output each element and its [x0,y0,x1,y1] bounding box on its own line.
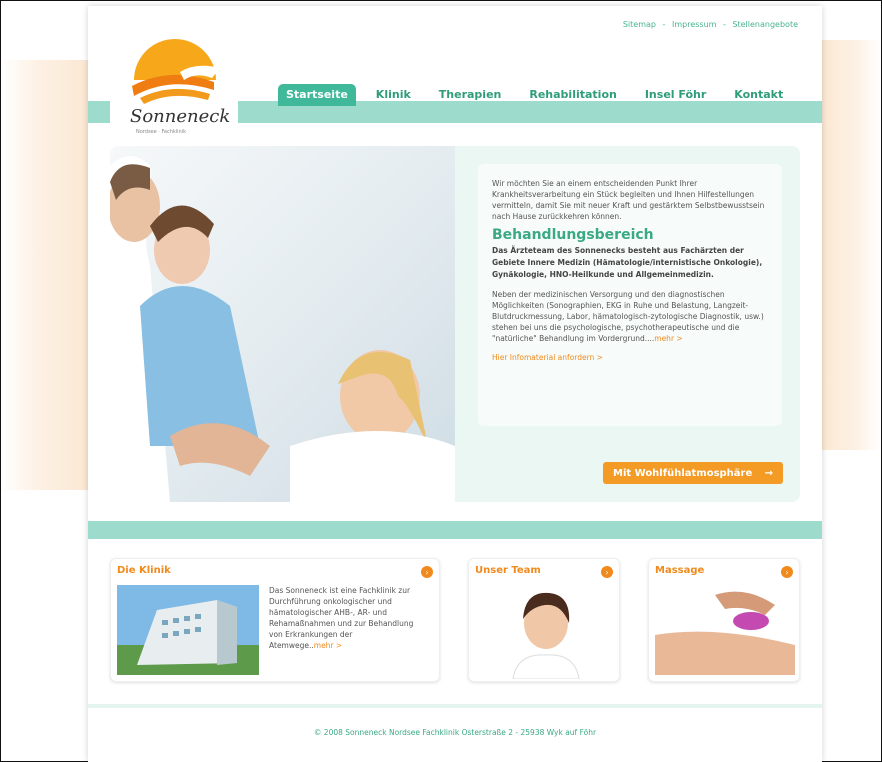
box-more-link[interactable]: mehr > [314,641,342,650]
top-link-separator: - [662,20,666,29]
nav-insel-foehr[interactable]: Insel Föhr [637,84,714,106]
wohlfuehl-button[interactable]: Mit Wohlfühlatmosphäre → [603,462,783,484]
arrow-circle-icon[interactable]: › [601,566,613,578]
hero-intro: Wir möchten Sie an einem entscheidenden … [492,179,765,221]
top-links: Sitemap - Impressum - Stellenangebote [621,20,800,29]
page: Sitemap - Impressum - Stellenangebote So… [88,6,822,762]
hero-text-panel: Wir möchten Sie an einem entscheidenden … [478,164,782,426]
hero-illustration [110,156,455,502]
hero-heading: Behandlungsbereich [492,227,654,243]
nav-therapien[interactable]: Therapien [431,84,510,106]
top-link-stellenangebote[interactable]: Stellenangebote [732,20,798,29]
top-link-separator: - [722,20,726,29]
footer-stripe [88,704,822,708]
sun-logo-icon [132,39,220,104]
wohlfuehl-button-label: Mit Wohlfühlatmosphäre [613,467,753,479]
nav-kontakt[interactable]: Kontakt [726,84,791,106]
arrow-circle-icon[interactable]: › [781,566,793,578]
top-link-sitemap[interactable]: Sitemap [623,20,656,29]
hero-strong-text: Das Ärzteteam des Sonnenecks besteht aus… [492,246,763,279]
logo[interactable]: Sonneneck Nordsee · Fachklinik [110,36,238,135]
hero-section: Wir möchten Sie an einem entscheidenden … [110,146,800,502]
hero-body-text: Neben der medizinischen Versorgung und d… [492,290,764,343]
hero-body: Neben der medizinischen Versorgung und d… [492,289,768,344]
box-title: Unser Team [475,565,541,576]
background-glow-right [819,40,881,450]
team-doctor-photo [512,592,580,679]
arrow-circle-icon[interactable]: › [421,566,433,578]
arrow-right-icon: → [764,467,773,479]
box-massage[interactable]: Massage › [648,558,800,682]
logo-wordmark: Sonneneck [130,106,231,127]
box-title: Massage [655,565,705,576]
massage-photo [655,585,795,675]
background-glow-left [1,60,91,490]
nav-startseite[interactable]: Startseite [278,84,356,106]
box-text: Das Sonneneck ist eine Fachklinik zur Du… [269,585,419,651]
box-die-klinik[interactable]: Die Klinik › Das Sonneneck ist eine Fach… [110,558,440,682]
top-link-impressum[interactable]: Impressum [672,20,716,29]
mid-stripe [88,521,822,539]
box-unser-team[interactable]: Unser Team › [468,558,620,682]
footer: © 2008 Sonneneck Nordsee Fachklinik Oste… [313,728,597,737]
main-nav: Startseite Klinik Therapien Rehabilitati… [278,84,791,106]
nav-klinik[interactable]: Klinik [368,84,419,106]
hero-photo-doctors-patient [110,146,455,502]
box-title: Die Klinik [117,565,171,576]
info-material-link[interactable]: Hier Infomaterial anfordern > [492,352,768,363]
logo-subtitle: Nordsee · Fachklinik [136,129,186,135]
hero-more-link[interactable]: mehr > [654,334,682,343]
clinic-building-photo [117,585,259,675]
nav-rehabilitation[interactable]: Rehabilitation [521,84,624,106]
